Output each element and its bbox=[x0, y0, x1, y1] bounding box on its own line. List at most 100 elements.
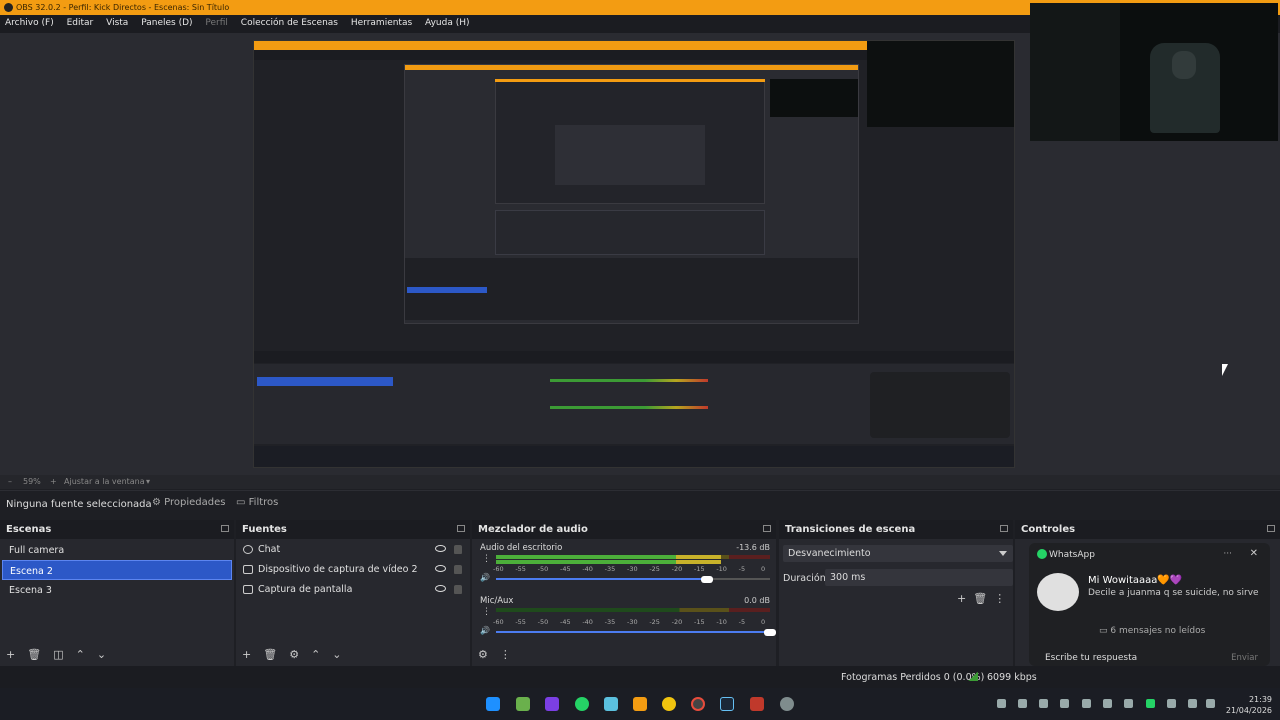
tray-icon[interactable] bbox=[1167, 699, 1176, 708]
chevron-down-icon[interactable]: ▾ bbox=[146, 477, 150, 486]
lock-icon[interactable] bbox=[454, 585, 462, 594]
scene-escena-2[interactable]: Escena 2 bbox=[2, 560, 232, 580]
move-down-button[interactable]: ⌄ bbox=[97, 648, 106, 661]
zoom-in-button[interactable]: + bbox=[50, 477, 57, 486]
add-source-button[interactable]: + bbox=[242, 648, 251, 661]
meter-scale-label: -15 bbox=[694, 565, 705, 573]
tray-icon[interactable] bbox=[1039, 699, 1048, 708]
properties-button[interactable]: ⚙ Propiedades bbox=[152, 497, 225, 508]
source-label: Captura de pantalla bbox=[258, 584, 353, 595]
tray-icon[interactable] bbox=[1060, 699, 1069, 708]
source-settings-button[interactable]: ⚙ bbox=[289, 648, 299, 661]
fit-window-label[interactable]: Ajustar a la ventana bbox=[64, 477, 145, 486]
more-options-icon[interactable]: ··· bbox=[1223, 549, 1232, 559]
volume-icon[interactable] bbox=[1206, 699, 1215, 708]
filters-button[interactable]: ▭ Filtros bbox=[236, 497, 278, 508]
tray-icon[interactable] bbox=[997, 699, 1006, 708]
windows-start-icon[interactable] bbox=[486, 697, 500, 711]
twitch-icon[interactable] bbox=[545, 697, 559, 711]
whatsapp-notification[interactable]: WhatsApp ··· ✕ Mi Wowitaaaa🧡💜 Decile a j… bbox=[1029, 543, 1270, 667]
tray-icon[interactable] bbox=[1018, 699, 1027, 708]
menu-archivo[interactable]: Archivo (F) bbox=[0, 15, 59, 28]
tray-icon[interactable] bbox=[1124, 699, 1133, 708]
volume-slider-track[interactable] bbox=[706, 578, 770, 580]
network-icon[interactable] bbox=[1188, 699, 1197, 708]
windows-taskbar: 21:39 21/04/2026 bbox=[0, 688, 1280, 720]
volume-slider-handle[interactable] bbox=[700, 576, 713, 583]
undock-icon[interactable] bbox=[1000, 525, 1008, 532]
meter-scale-label: 0 bbox=[761, 618, 766, 626]
source-chat[interactable]: Chat bbox=[236, 540, 470, 560]
menu-ayuda[interactable]: Ayuda (H) bbox=[420, 15, 474, 28]
meter-scale-label: -20 bbox=[671, 565, 683, 573]
zoom-out-button[interactable]: – bbox=[8, 477, 12, 486]
minecraft-icon[interactable] bbox=[516, 697, 530, 711]
preview-screen-capture[interactable] bbox=[253, 40, 1015, 468]
tray-icon[interactable] bbox=[1103, 699, 1112, 708]
eye-icon[interactable] bbox=[435, 565, 446, 572]
undock-icon[interactable] bbox=[763, 525, 771, 532]
transition-menu-button[interactable]: ⋮ bbox=[994, 592, 1005, 605]
speaker-icon[interactable]: 🔊 bbox=[480, 573, 490, 582]
volume-slider[interactable] bbox=[496, 631, 770, 633]
level-meter bbox=[496, 613, 770, 617]
app-icon-red[interactable] bbox=[750, 697, 764, 711]
close-icon[interactable]: ✕ bbox=[1250, 548, 1258, 559]
channel-menu-icon[interactable]: ⋮ bbox=[482, 607, 491, 617]
add-scene-button[interactable]: + bbox=[6, 648, 15, 661]
volume-slider-handle[interactable] bbox=[764, 629, 776, 636]
obs-taskbar-icon[interactable] bbox=[691, 697, 705, 711]
transition-select[interactable]: Desvanecimiento bbox=[783, 545, 1013, 562]
menu-herramientas[interactable]: Herramientas bbox=[346, 15, 417, 28]
tray-icon[interactable] bbox=[1146, 699, 1155, 708]
menu-coleccion-escenas[interactable]: Colección de Escenas bbox=[236, 15, 343, 28]
mixer-menu-button[interactable]: ⋮ bbox=[500, 648, 511, 661]
app-icon[interactable] bbox=[604, 697, 618, 711]
eye-icon[interactable] bbox=[435, 545, 446, 552]
reply-input[interactable]: Escribe tu respuesta bbox=[1037, 650, 1214, 667]
settings-icon[interactable] bbox=[780, 697, 794, 711]
vlc-icon[interactable] bbox=[633, 697, 647, 711]
scene-filter-button[interactable]: ◫ bbox=[53, 648, 63, 661]
duration-input[interactable]: 300 ms bbox=[825, 569, 1013, 586]
remove-scene-button[interactable]: 🗑 bbox=[27, 648, 41, 661]
meter-scale-label: -50 bbox=[537, 618, 549, 626]
tray-icon[interactable] bbox=[1082, 699, 1091, 708]
lock-icon[interactable] bbox=[454, 565, 462, 574]
scene-full-camera[interactable]: Full camera bbox=[2, 540, 232, 560]
move-up-button[interactable]: ⌃ bbox=[311, 648, 320, 661]
remove-transition-button[interactable]: 🗑 bbox=[973, 592, 987, 605]
lock-icon[interactable] bbox=[454, 545, 462, 554]
channel-db: 0.0 dB bbox=[744, 596, 770, 605]
clock-time: 21:39 bbox=[1248, 695, 1272, 704]
undock-icon[interactable] bbox=[221, 525, 229, 532]
source-screen-capture[interactable]: Captura de pantalla bbox=[236, 580, 470, 600]
controls-title: Controles bbox=[1015, 520, 1280, 539]
source-video-capture[interactable]: Dispositivo de captura de vídeo 2 bbox=[236, 560, 470, 580]
meter-scale-label: -5 bbox=[738, 565, 746, 573]
move-up-button[interactable]: ⌃ bbox=[76, 648, 85, 661]
emoji-app-icon[interactable] bbox=[662, 697, 676, 711]
move-down-button[interactable]: ⌄ bbox=[332, 648, 341, 661]
zoom-bar: – 59% + Ajustar a la ventana ▾ bbox=[0, 475, 1280, 489]
menu-perfil[interactable]: Perfil bbox=[200, 15, 233, 28]
menu-editar[interactable]: Editar bbox=[62, 15, 99, 28]
undock-icon[interactable] bbox=[1267, 525, 1275, 532]
mixer-settings-button[interactable]: ⚙ bbox=[478, 648, 488, 661]
menu-vista[interactable]: Vista bbox=[101, 15, 133, 28]
whatsapp-taskbar-icon[interactable] bbox=[575, 697, 589, 711]
clock[interactable]: 21:39 21/04/2026 bbox=[1226, 694, 1272, 716]
add-transition-button[interactable]: + bbox=[957, 592, 966, 605]
send-button[interactable]: Enviar bbox=[1231, 653, 1258, 663]
meter-scale-label: -5 bbox=[738, 618, 746, 626]
webcam-overlay bbox=[1030, 3, 1278, 141]
steam-icon[interactable] bbox=[720, 697, 734, 711]
menu-paneles[interactable]: Paneles (D) bbox=[136, 15, 197, 28]
remove-source-button[interactable]: 🗑 bbox=[263, 648, 277, 661]
speaker-icon[interactable]: 🔊 bbox=[480, 626, 490, 635]
channel-menu-icon[interactable]: ⋮ bbox=[482, 554, 491, 564]
scene-escena-3[interactable]: Escena 3 bbox=[2, 580, 232, 600]
eye-icon[interactable] bbox=[435, 585, 446, 592]
undock-icon[interactable] bbox=[457, 525, 465, 532]
volume-slider[interactable] bbox=[496, 578, 707, 580]
